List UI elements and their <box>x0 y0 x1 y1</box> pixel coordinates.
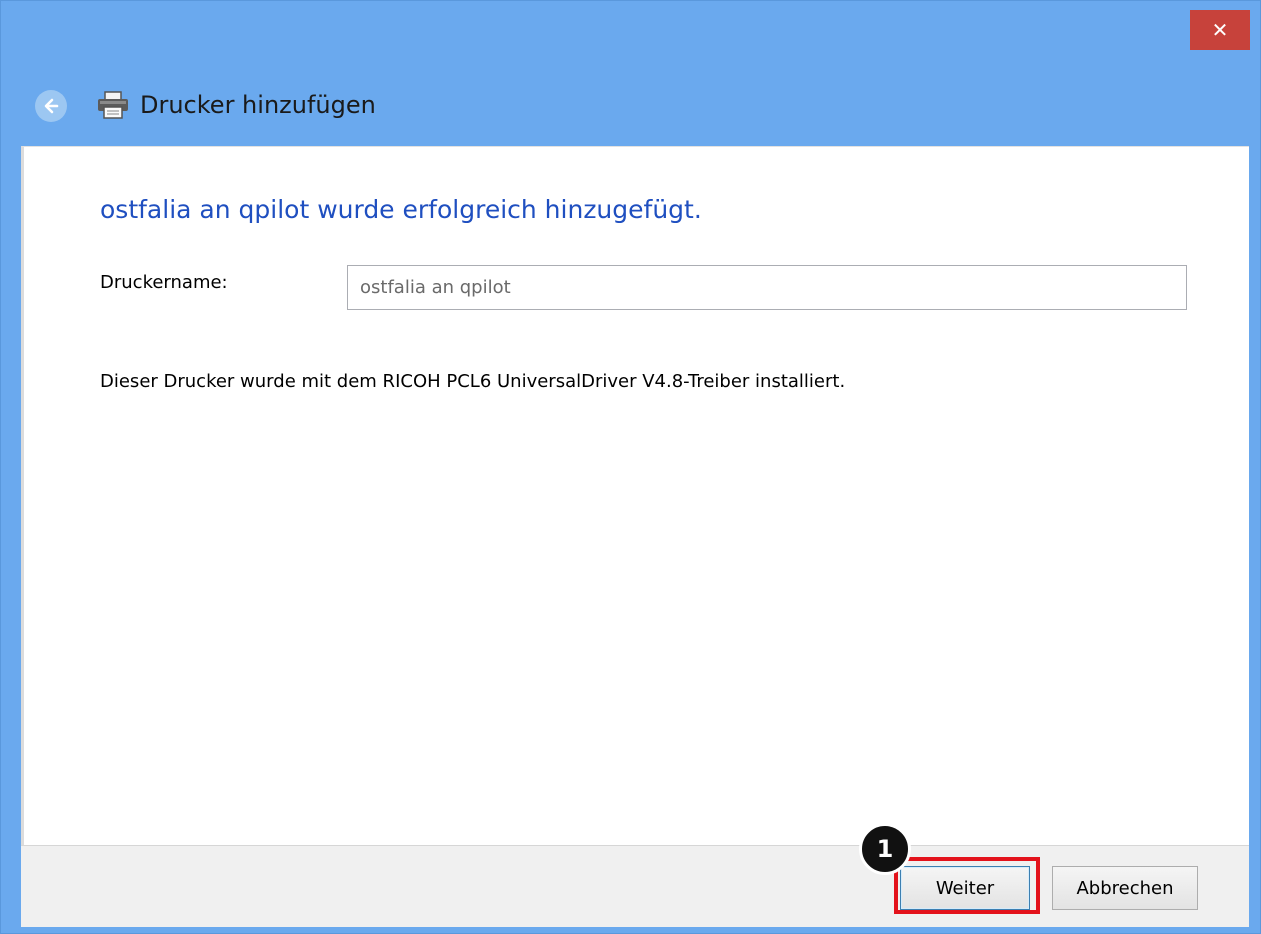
driver-info-text: Dieser Drucker wurde mit dem RICOH PCL6 … <box>100 371 846 392</box>
close-button[interactable]: ✕ <box>1190 10 1250 50</box>
back-button[interactable] <box>35 90 67 122</box>
printer-name-label: Druckername: <box>100 272 228 293</box>
close-icon: ✕ <box>1211 18 1229 42</box>
window-title: Drucker hinzufügen <box>140 91 376 119</box>
page-heading: ostfalia an qpilot wurde erfolgreich hin… <box>100 195 702 224</box>
content-panel: ostfalia an qpilot wurde erfolgreich hin… <box>21 146 1249 845</box>
button-bar: Weiter Abbrechen <box>21 845 1249 927</box>
printer-icon <box>98 91 128 119</box>
cancel-button[interactable]: Abbrechen <box>1052 866 1198 910</box>
printer-name-input[interactable] <box>347 265 1187 310</box>
back-arrow-icon <box>44 98 59 114</box>
add-printer-window: ✕ Drucker hinzufügen ostfalia an qpilot … <box>0 0 1261 934</box>
step-badge: 1 <box>859 823 911 875</box>
next-button[interactable]: Weiter <box>900 866 1030 910</box>
